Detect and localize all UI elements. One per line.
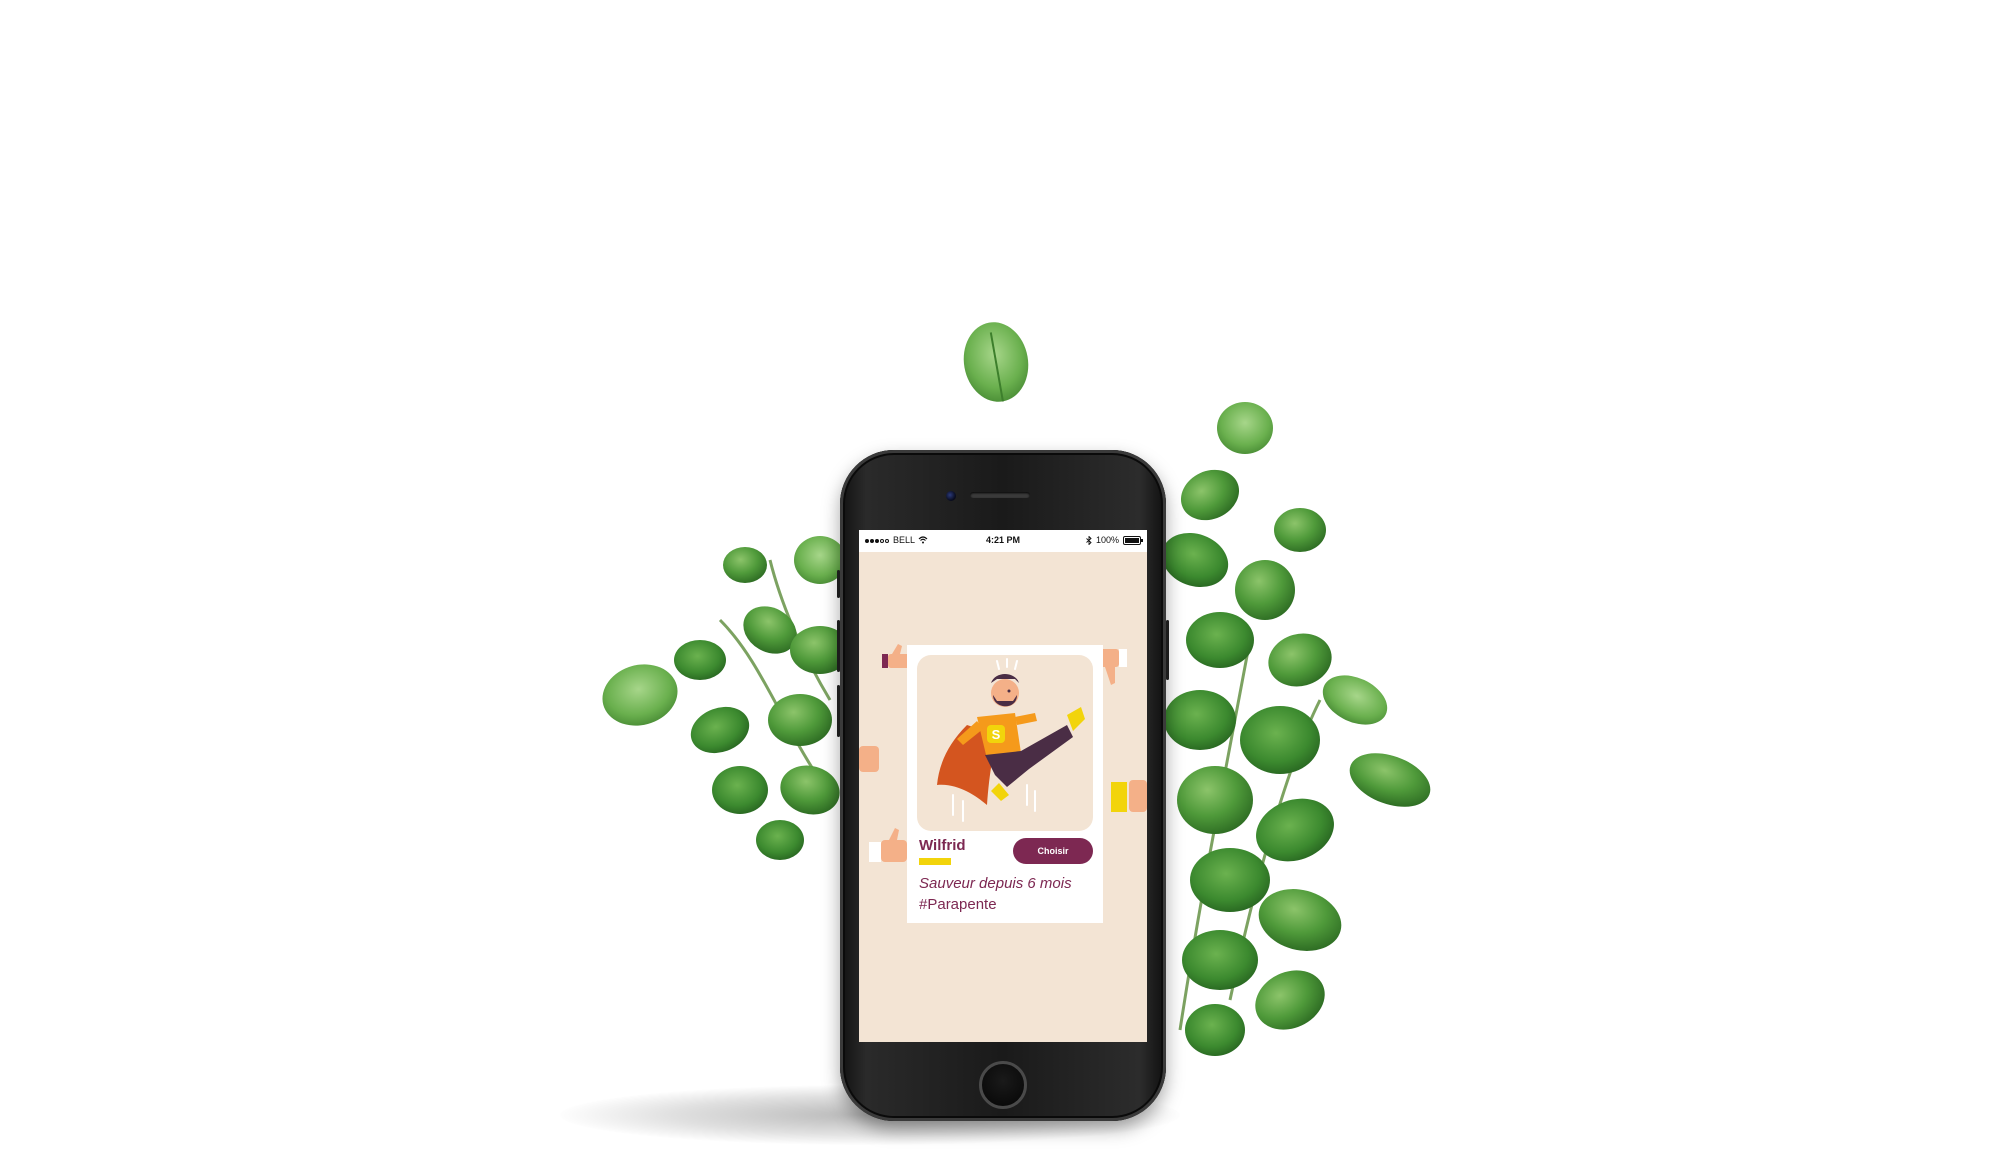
battery-icon (1123, 535, 1143, 545)
name-underline-accent (919, 858, 951, 865)
earpiece-speaker (970, 492, 1030, 498)
front-camera-icon (946, 491, 956, 501)
phone-device: BELL 4:21 PM 100% S Wilfrid Choisir Sauv… (837, 450, 1169, 1121)
mute-switch (837, 570, 840, 598)
profile-card[interactable]: S Wilfrid Choisir Sauveur depuis 6 mois … (907, 645, 1103, 923)
battery-percentage: 100% (1095, 535, 1119, 545)
bluetooth-icon (1086, 535, 1092, 545)
thumbs-up-icon (859, 746, 879, 772)
power-button (1166, 620, 1169, 680)
floating-leaf (963, 322, 1029, 402)
profile-subtitle: Sauveur depuis 6 mois (919, 875, 1072, 892)
choose-button[interactable]: Choisir (1013, 838, 1093, 864)
home-button[interactable] (979, 1061, 1027, 1109)
phone-screen: BELL 4:21 PM 100% S Wilfrid Choisir Sauv… (859, 530, 1147, 1042)
mockup-scene: BELL 4:21 PM 100% S Wilfrid Choisir Sauv… (0, 0, 2000, 1154)
superhero-icon: S (937, 658, 1085, 822)
profile-name: Wilfrid (919, 837, 966, 854)
avatar: S (917, 655, 1093, 831)
volume-up-button (837, 620, 840, 672)
svg-text:S: S (992, 727, 1001, 742)
thumbs-up-icon (1111, 780, 1147, 812)
profile-tag[interactable]: #Parapente (919, 896, 997, 913)
status-bar: BELL 4:21 PM 100% (859, 530, 1147, 552)
volume-down-button (837, 685, 840, 737)
